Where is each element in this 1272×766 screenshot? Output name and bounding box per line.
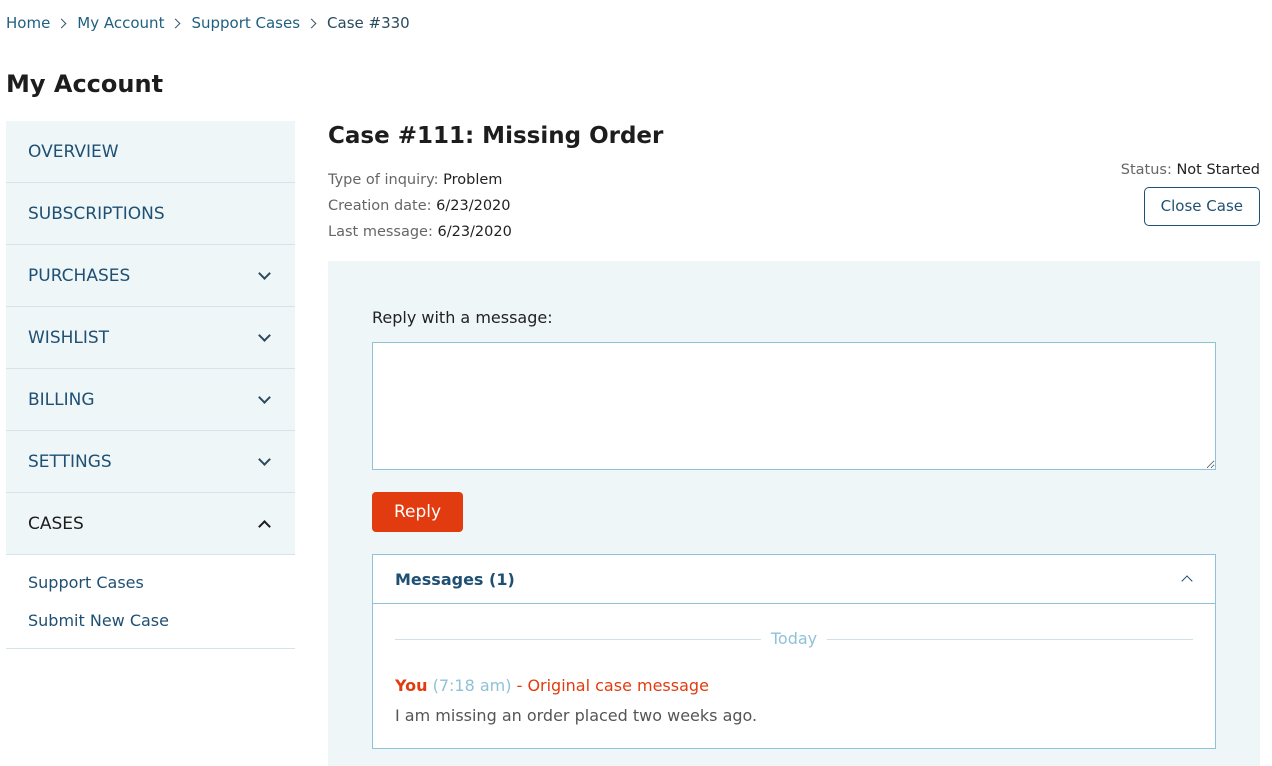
date-divider-label: Today: [760, 629, 828, 648]
message-body: I am missing an order placed two weeks a…: [395, 706, 758, 725]
breadcrumb-my-account[interactable]: My Account: [77, 14, 164, 32]
case-type-label: Type of inquiry:: [328, 172, 439, 188]
messages-header[interactable]: Messages (1): [373, 555, 1215, 604]
case-created-value: 6/23/2020: [436, 198, 511, 214]
sidebar: OVERVIEW SUBSCRIPTIONS PURCHASES WISHLIS…: [6, 121, 295, 649]
chevron-right-icon: [56, 18, 67, 28]
sidebar-item-label: WISHLIST: [28, 327, 110, 348]
chevron-down-icon: [258, 452, 271, 466]
case-type-value: Problem: [443, 172, 503, 188]
messages-panel: Messages (1) Today You (7:18 am) - Origi…: [372, 554, 1216, 749]
breadcrumb: Home My Account Support Cases Case #330: [6, 14, 410, 32]
date-divider: Today: [395, 629, 1193, 649]
chevron-down-icon: [258, 266, 271, 280]
breadcrumb-home[interactable]: Home: [6, 14, 50, 32]
breadcrumb-current: Case #330: [327, 14, 410, 32]
status-label: Status:: [1120, 162, 1172, 178]
sidebar-item-cases[interactable]: CASES: [6, 493, 295, 555]
sidebar-item-label: OVERVIEW: [28, 141, 119, 162]
reply-panel: Reply with a message: Reply Messages (1)…: [328, 261, 1260, 766]
chevron-right-icon: [306, 18, 317, 28]
chevron-up-icon[interactable]: [1181, 575, 1193, 587]
sidebar-item-label: SETTINGS: [28, 451, 112, 472]
status-box: Status: Not Started Close Case: [1121, 162, 1260, 226]
close-case-button[interactable]: Close Case: [1143, 187, 1260, 226]
case-title: Case #111: Missing Order: [328, 123, 664, 149]
message-note: - Original case message: [516, 676, 709, 695]
status-value: Not Started: [1176, 162, 1260, 178]
case-created-label: Creation date:: [328, 198, 432, 214]
sidebar-item-label: CASES: [28, 513, 84, 534]
sidebar-item-wishlist[interactable]: WISHLIST: [6, 307, 295, 369]
message-meta: You (7:18 am) - Original case message: [395, 676, 1193, 695]
subnav-submit-new-case[interactable]: Submit New Case: [28, 611, 273, 630]
sidebar-item-label: PURCHASES: [28, 265, 131, 286]
page-title: My Account: [6, 70, 164, 98]
message-time: (7:18 am): [432, 676, 512, 695]
chevron-down-icon: [258, 328, 271, 342]
status-row: Status: Not Started: [1121, 162, 1260, 178]
sidebar-item-overview[interactable]: OVERVIEW: [6, 121, 295, 183]
sidebar-item-subscriptions[interactable]: SUBSCRIPTIONS: [6, 183, 295, 245]
sidebar-item-label: BILLING: [28, 389, 95, 410]
sidebar-item-label: SUBSCRIPTIONS: [28, 203, 165, 224]
sidebar-item-settings[interactable]: SETTINGS: [6, 431, 295, 493]
sidebar-item-purchases[interactable]: PURCHASES: [6, 245, 295, 307]
messages-title: Messages (1): [395, 569, 515, 589]
case-last-value: 6/23/2020: [437, 224, 512, 240]
subnav-support-cases[interactable]: Support Cases: [28, 573, 273, 592]
chevron-up-icon: [258, 519, 271, 533]
chevron-down-icon: [258, 390, 271, 404]
case-last-label: Last message:: [328, 224, 433, 240]
reply-label: Reply with a message:: [372, 308, 553, 327]
sidebar-item-billing[interactable]: BILLING: [6, 369, 295, 431]
breadcrumb-support-cases[interactable]: Support Cases: [191, 14, 300, 32]
reply-textarea[interactable]: [372, 342, 1216, 470]
cases-subnav: Support Cases Submit New Case: [6, 555, 295, 649]
message-author: You: [395, 676, 428, 695]
reply-button[interactable]: Reply: [372, 492, 463, 532]
chevron-right-icon: [171, 18, 181, 28]
case-detail: Case #111: Missing Order Type of inquiry…: [328, 121, 1260, 766]
